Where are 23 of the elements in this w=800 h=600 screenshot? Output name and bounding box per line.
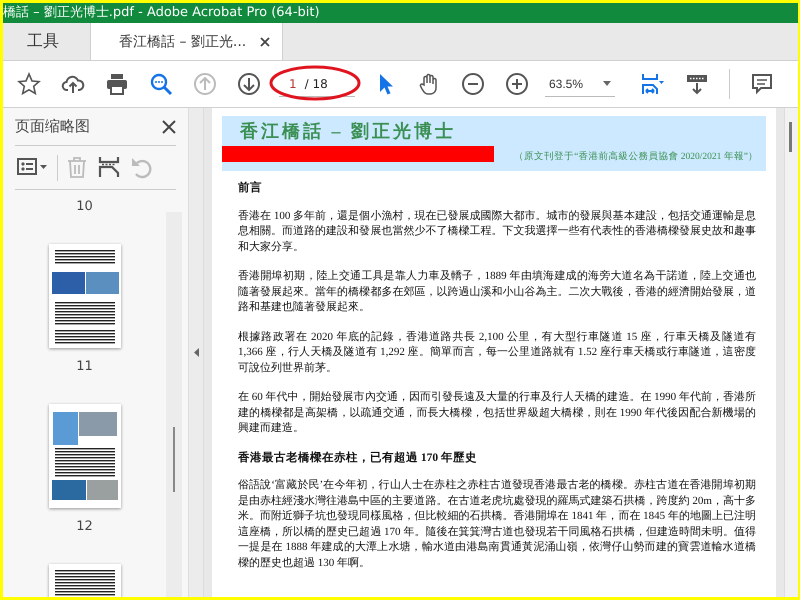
- source-note: （原文刊登于“香港前高級公務員協會 2020/2021 年報”）: [513, 150, 759, 164]
- page-thumbnail[interactable]: [48, 244, 120, 348]
- section-heading: 前言: [238, 181, 263, 196]
- close-icon[interactable]: [260, 36, 270, 46]
- page-number: 10: [76, 198, 93, 216]
- window-title: 橋話 – 劉正光博士.pdf - Adobe Acrobat Pro (64-bit): [3, 3, 798, 23]
- caret-icon: [603, 81, 611, 86]
- paragraph: 俗語說‘富藏於民’在今年初，行山人士在赤柱之赤柱古道發現香港最古老的橋樑。赤柱古道在香港開埠初期是由赤柱經淺水灣往港島中區的主要道路。在古道老虎坑處發現的羅馬式建築石拱橋，跨度約 20m，高十多米。而附近獅子坑也發現同樣風格，但比較細的石拱橋。香港開埠在 1841 年，而在 1845 年的地圖上已注明這座橋，所以橋的歷史已超過 170 年。隨後在箕箕灣古道也發現若干同風格石拱橋，但建造時間未明。值得一提是在 1888 年建成的大潭上水塘，輸水道由港島南貫通黃泥涌山嶺，依灣仔山勢而建的寶雲道輸水道橋樑的歷史也超過 130 年啊。: [238, 478, 756, 570]
- page-number: 11: [76, 358, 93, 376]
- document-title: 香江橋話 – 劉正光博士: [239, 120, 457, 143]
- page-thumbnail[interactable]: [48, 404, 120, 508]
- collapse-arrow-icon[interactable]: [194, 348, 198, 357]
- paragraph: 根據路政署在 2020 年底的記錄，香港道路共長 2,100 公里，有大型行車隧道 15 座，行車天橋及隧道有 1,366 座，行人天橋及隧道有 1,292 座。簡單而言，每一公里道路就有 1.52 座行車天橋或行車隧道，這密度可說位列世界前茅。: [238, 330, 756, 376]
- page-number: 12: [76, 518, 93, 536]
- tab[interactable]: 工具: [3, 23, 90, 60]
- paragraph: 香港開埠初期，陸上交通工具是靠人力車及轎子，1889 年由填海建成的海旁大道名為干諾道，陸上交通也隨著發展起來。當年的橋樑都多在郊區，以跨過山溪和小山谷為主。二次大戰後，香港的經濟開始發展，道路和基建也隨著發展起來。: [238, 269, 756, 315]
- zoom-dropdown[interactable]: 63.5%: [545, 71, 615, 97]
- close-icon[interactable]: [162, 120, 176, 134]
- paragraph: 在 60 年代中，開始發展市內交通，因而引發長遠及大量的行車及行人天橋的建造。在 1990 年代前，香港所建的橋樑都是高架橋，以疏通交通，而長大橋樑，包括世界級超大橋樑，則在 1990 年代後因配合新機場的興建而建造。: [238, 390, 756, 436]
- paragraph: 香港在 100 多年前，還是個小漁村，現在已發展成國際大都市。城市的發展與基本建設，包括交通運輸是息息相關。而道路的建設和發展也當然少不了橋樑工程。下文我選擇一些有代表性的香港橋樑發展史故和趣事和大家分享。: [238, 208, 756, 254]
- panel-title: 页面缩略图: [15, 117, 90, 136]
- tab[interactable]: 香江橋話 – 劉正光...: [90, 23, 284, 60]
- section-heading: 香港最古老橋樑在赤柱，已有超過 170 年歷史: [238, 450, 478, 466]
